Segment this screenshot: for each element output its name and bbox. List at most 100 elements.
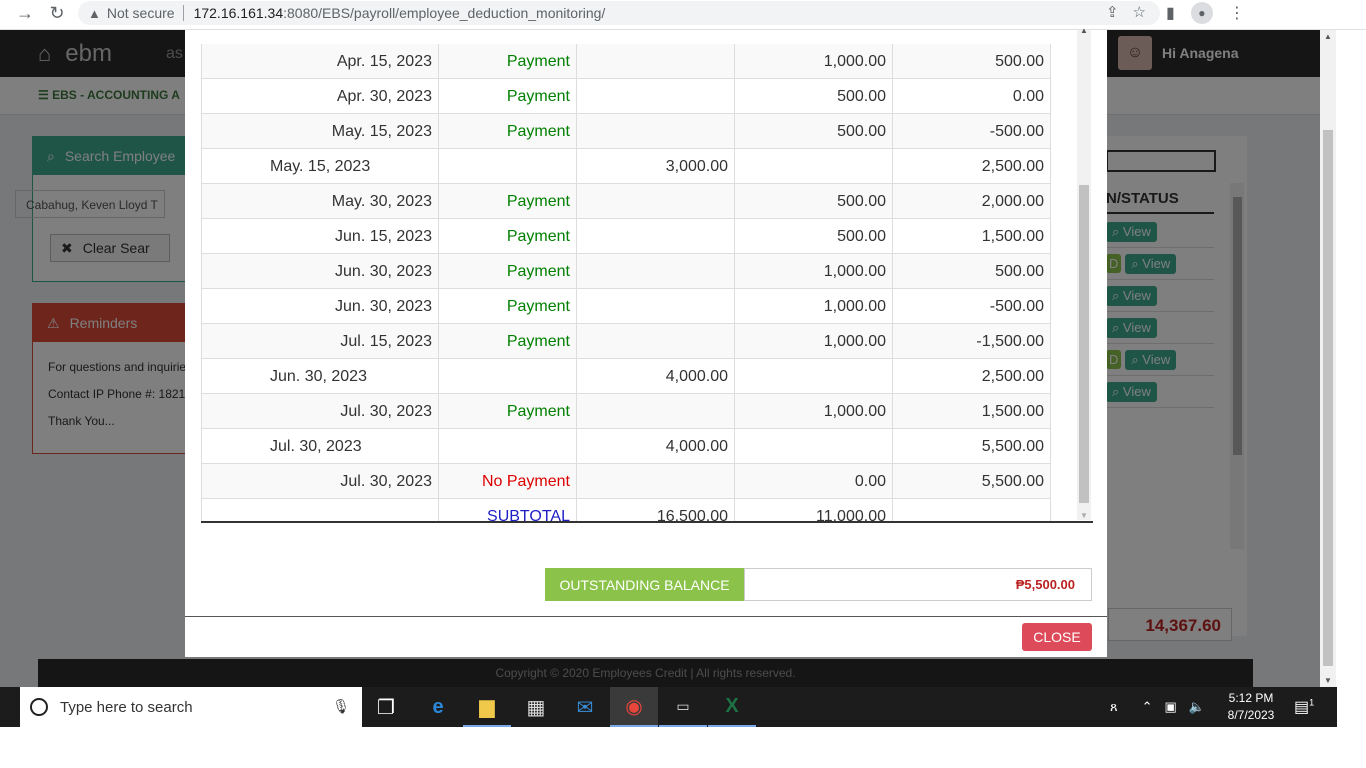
debit-cell: 4,000.00	[577, 359, 735, 394]
date-cell: Apr. 15, 2023	[201, 44, 439, 79]
table-row: Jul. 30, 2023 4,000.00 5,500.00	[201, 429, 1051, 464]
table-scrollbar[interactable]: ▲ ▼	[1077, 26, 1091, 520]
scrollbar-thumb[interactable]	[1323, 130, 1333, 666]
subtotal-balance-cell	[893, 499, 1051, 522]
people-icon[interactable]: ጸ	[1110, 699, 1118, 715]
debit-cell	[577, 44, 735, 79]
table-row: Jul. 15, 2023 Payment 1,000.00 -1,500.00	[201, 324, 1051, 359]
notifications-icon[interactable]: ▤1	[1294, 697, 1314, 717]
volume-icon[interactable]: 🔈	[1189, 699, 1205, 715]
date-cell: Jul. 30, 2023	[201, 429, 439, 464]
table-row: May. 15, 2023 Payment 500.00 -500.00	[201, 114, 1051, 149]
balance-cell: 1,500.00	[893, 219, 1051, 254]
balance-cell: 5,500.00	[893, 464, 1051, 499]
balance-cell: -1,500.00	[893, 324, 1051, 359]
edge-icon[interactable]: e	[414, 687, 462, 727]
balance-cell: -500.00	[893, 289, 1051, 324]
balance-cell: -500.00	[893, 114, 1051, 149]
outstanding-balance-value: ₱5,500.00	[744, 568, 1092, 601]
type-cell: Payment	[439, 324, 577, 359]
type-cell	[439, 429, 577, 464]
debit-cell	[577, 464, 735, 499]
date-cell: May. 15, 2023	[201, 149, 439, 184]
credit-cell: 500.00	[735, 114, 893, 149]
subtotal-credit: 11,000.00	[735, 499, 893, 522]
type-cell: Payment	[439, 254, 577, 289]
debit-cell	[577, 219, 735, 254]
credit-cell: 500.00	[735, 79, 893, 114]
clock-date: 8/7/2023	[1227, 708, 1275, 722]
credit-cell: 1,000.00	[735, 254, 893, 289]
not-secure-label: Not secure	[106, 5, 175, 21]
credit-cell: 0.00	[735, 464, 893, 499]
address-separator	[182, 5, 184, 21]
balance-cell: 2,500.00	[893, 359, 1051, 394]
table-row: May. 15, 2023 3,000.00 2,500.00	[201, 149, 1051, 184]
terminal-icon[interactable]: ▭	[659, 687, 707, 727]
taskbar-clock[interactable]: 5:12 PM 8/7/2023	[1220, 690, 1282, 724]
credit-cell: 500.00	[735, 184, 893, 219]
bookmark-star-icon[interactable]: ☆	[1133, 3, 1146, 21]
browser-toolbar: → ↻ ▲ Not secure 172.16.161.34 :8080/EBS…	[0, 0, 1366, 30]
deduction-ledger-table: Apr. 15, 2023 Payment 1,000.00 500.00 Apr. 3…	[201, 30, 1077, 522]
task-view-icon[interactable]: ❐	[362, 687, 410, 727]
reload-icon[interactable]: ↻	[44, 0, 70, 26]
table-row: Jul. 30, 2023 Payment 1,000.00 1,500.00	[201, 394, 1051, 429]
taskbar-search-placeholder: Type here to search	[60, 698, 193, 716]
url-path: :8080/EBS/payroll/employee_deduction_mon…	[283, 5, 606, 21]
deduction-details-modal: Apr. 15, 2023 Payment 1,000.00 500.00 Apr. 3…	[185, 26, 1107, 657]
side-panel-icon[interactable]: ▮	[1166, 3, 1175, 23]
notification-count: 1	[1309, 697, 1315, 708]
balance-cell: 500.00	[893, 44, 1051, 79]
date-cell: Jun. 30, 2023	[201, 359, 439, 394]
type-cell: No Payment	[439, 464, 577, 499]
menu-dots-icon[interactable]: ⋮	[1229, 3, 1245, 23]
microphone-icon[interactable]: 🎙	[332, 698, 350, 715]
balance-cell: 5,500.00	[893, 429, 1051, 464]
date-cell: May. 30, 2023	[201, 184, 439, 219]
table-row: Jun. 30, 2023 Payment 1,000.00 -500.00	[201, 289, 1051, 324]
credit-cell: 1,000.00	[735, 289, 893, 324]
type-cell: Payment	[439, 394, 577, 429]
date-cell: Jul. 30, 2023	[201, 394, 439, 429]
scroll-up-icon[interactable]: ▲	[1080, 26, 1088, 35]
outstanding-balance-label: OUTSTANDING BALANCE	[545, 568, 744, 601]
type-cell: Payment	[439, 184, 577, 219]
store-icon[interactable]: ▦	[512, 687, 560, 727]
address-bar[interactable]: ▲ Not secure 172.16.161.34 :8080/EBS/pay…	[78, 1, 1160, 25]
balance-cell: 2,500.00	[893, 149, 1051, 184]
debit-cell: 3,000.00	[577, 149, 735, 184]
mail-icon[interactable]: ✉	[561, 687, 609, 727]
date-cell: May. 15, 2023	[201, 114, 439, 149]
subtotal-empty-cell	[201, 499, 439, 522]
credit-cell: 1,000.00	[735, 394, 893, 429]
scroll-up-icon[interactable]: ▲	[1324, 32, 1332, 41]
debit-cell	[577, 79, 735, 114]
profile-icon[interactable]: ●	[1190, 2, 1213, 24]
subtotal-label: SUBTOTAL	[439, 499, 577, 522]
chevron-up-icon[interactable]: ⌃	[1142, 699, 1153, 715]
scrollbar-thumb[interactable]	[1079, 185, 1089, 503]
type-cell: Payment	[439, 79, 577, 114]
system-tray: ጸ ⌃ ▣ 🔈	[1110, 687, 1205, 727]
chrome-icon[interactable]: ◉	[610, 687, 658, 727]
cortana-icon	[30, 698, 48, 716]
share-icon[interactable]: ⇪	[1106, 3, 1119, 21]
page-scrollbar[interactable]: ▲ ▼	[1320, 30, 1336, 687]
forward-icon[interactable]: →	[12, 0, 38, 26]
taskbar-search-box[interactable]: Type here to search 🎙	[20, 687, 362, 727]
type-cell: Payment	[439, 219, 577, 254]
type-cell: Payment	[439, 114, 577, 149]
table-row: Apr. 30, 2023 Payment 500.00 0.00	[201, 79, 1051, 114]
scroll-down-icon[interactable]: ▼	[1324, 676, 1332, 685]
close-button[interactable]: CLOSE	[1022, 623, 1092, 651]
file-explorer-icon[interactable]: ▆	[463, 687, 511, 727]
type-cell	[439, 359, 577, 394]
browser-actions: ▮ ● ⋮	[1166, 0, 1245, 26]
network-icon[interactable]: ▣	[1165, 699, 1177, 715]
excel-icon[interactable]: X	[708, 687, 756, 727]
balance-cell: 2,000.00	[893, 184, 1051, 219]
date-cell: Jul. 15, 2023	[201, 324, 439, 359]
scroll-down-icon[interactable]: ▼	[1080, 511, 1088, 520]
balance-cell: 500.00	[893, 254, 1051, 289]
